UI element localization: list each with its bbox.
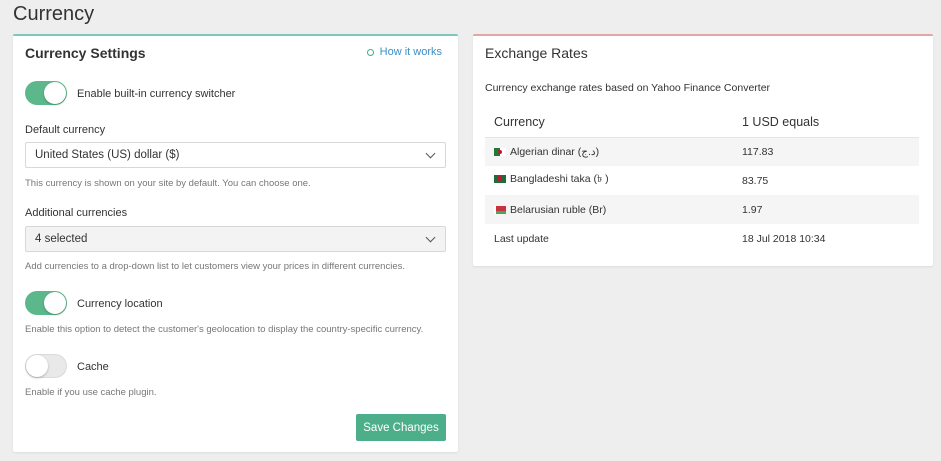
cache-label: Cache — [77, 361, 109, 373]
currency-location-label: Currency location — [77, 298, 163, 310]
how-it-works-label: How it works — [379, 46, 442, 58]
currency-name: Algerian dinar (د.ج) — [510, 145, 600, 158]
currency-cell: Bangladeshi taka (৳ ) — [485, 166, 733, 195]
save-changes-button[interactable]: Save Changes — [356, 414, 446, 441]
additional-currencies-help: Add currencies to a drop-down list to le… — [25, 261, 405, 272]
last-update-value: 18 Jul 2018 10:34 — [742, 232, 826, 245]
column-header-rate: 1 USD equals — [733, 108, 919, 138]
toggle-knob — [44, 292, 66, 314]
additional-currencies-label: Additional currencies — [25, 207, 128, 219]
cache-toggle[interactable] — [25, 354, 67, 378]
rate-cell: 83.75 — [742, 174, 769, 187]
exchange-rates-card: Exchange Rates Currency exchange rates b… — [473, 34, 933, 266]
currency-settings-card: Currency Settings How it works Enable bu… — [13, 34, 458, 452]
bangladesh-flag-icon — [494, 175, 506, 184]
default-currency-value: United States (US) dollar ($) — [35, 149, 180, 161]
rate-cell: 1.97 — [733, 195, 919, 224]
chevron-down-icon — [425, 148, 436, 159]
currency-cell: Algerian dinar (د.ج) — [485, 137, 733, 166]
cache-help: Enable if you use cache plugin. — [25, 387, 157, 398]
currency-location-toggle[interactable] — [25, 291, 67, 315]
table-header-row: Currency 1 USD equals — [485, 108, 919, 138]
additional-currencies-value: 4 selected — [35, 233, 88, 245]
exchange-rates-description: Currency exchange rates based on Yahoo F… — [485, 82, 771, 94]
circle-icon — [366, 48, 374, 56]
algeria-flag-icon — [494, 147, 506, 156]
currency-cell: Belarusian ruble (Br) — [485, 195, 733, 224]
default-currency-label: Default currency — [25, 124, 106, 136]
additional-currencies-select[interactable]: 4 selected — [25, 226, 446, 252]
default-currency-select[interactable]: United States (US) dollar ($) — [25, 142, 446, 168]
enable-switcher-label: Enable built-in currency switcher — [77, 88, 236, 100]
exchange-rates-title: Exchange Rates — [485, 45, 588, 61]
currency-settings-title: Currency Settings — [25, 45, 146, 61]
rate-cell: 117.83 — [733, 137, 919, 166]
belarus-flag-icon — [494, 205, 506, 214]
currency-name: Bangladeshi taka (৳ ) — [510, 173, 609, 185]
toggle-knob — [26, 355, 48, 377]
column-header-currency: Currency — [485, 108, 733, 138]
table-row: Algerian dinar (د.ج) 117.83 — [485, 137, 919, 166]
toggle-knob — [44, 82, 66, 104]
enable-switcher-toggle[interactable] — [25, 81, 67, 105]
table-row: Belarusian ruble (Br) 1.97 — [485, 195, 919, 224]
last-update-row: Last update 18 Jul 2018 10:34 — [485, 224, 919, 253]
page-title: Currency — [13, 3, 95, 25]
currency-name: Belarusian ruble (Br) — [510, 203, 607, 216]
table-row: Bangladeshi taka (৳ ) 83.75 — [485, 166, 919, 195]
last-update-label: Last update — [494, 232, 549, 245]
chevron-down-icon — [425, 232, 436, 243]
currency-location-help: Enable this option to detect the custome… — [25, 324, 424, 335]
default-currency-help: This currency is shown on your site by d… — [25, 178, 311, 189]
how-it-works-link[interactable]: How it works — [366, 46, 442, 58]
exchange-rates-table: Currency 1 USD equals Algerian dinar (د.… — [485, 108, 919, 253]
